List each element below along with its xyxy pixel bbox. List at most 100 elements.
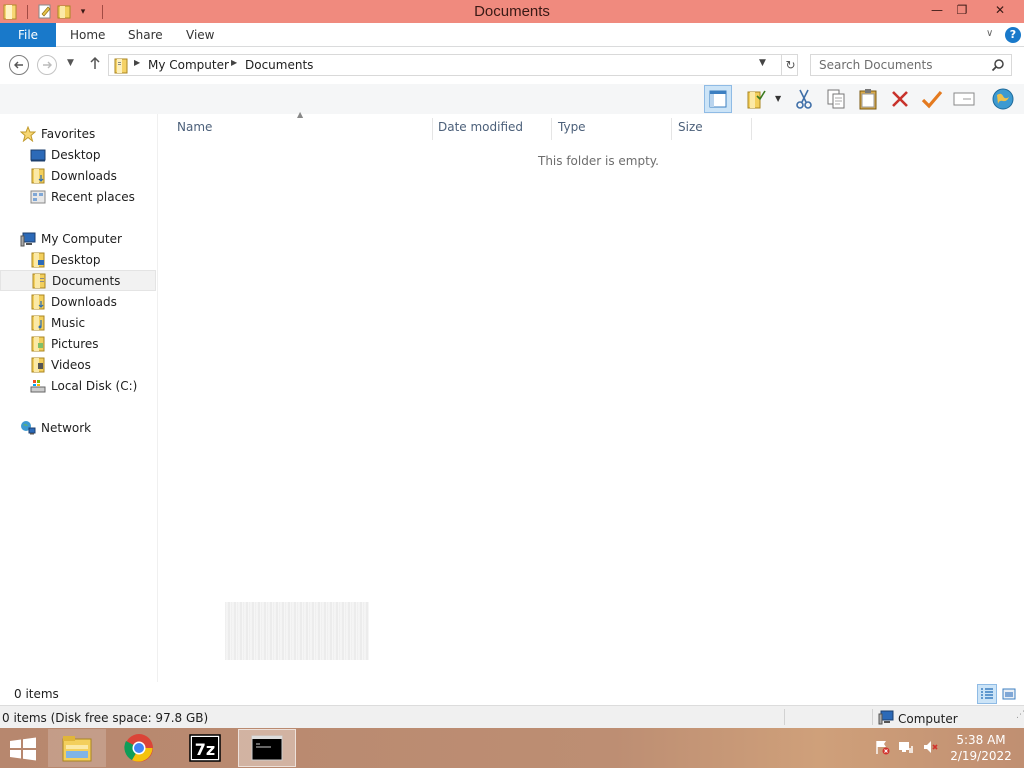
- music-folder-icon: [30, 315, 46, 331]
- cut-button[interactable]: [790, 85, 818, 113]
- empty-folder-message: This folder is empty.: [538, 154, 659, 168]
- tab-share[interactable]: Share: [128, 23, 163, 47]
- status-bar: 0 items: [0, 682, 1024, 705]
- breadcrumb-chevron-icon[interactable]: ▶: [231, 58, 237, 67]
- up-button[interactable]: [88, 55, 102, 74]
- close-button[interactable]: ✕: [986, 0, 1014, 21]
- internet-button[interactable]: [989, 85, 1017, 113]
- computer-icon: [878, 709, 894, 728]
- search-input[interactable]: [811, 55, 981, 75]
- folder-options-dropdown-icon[interactable]: ▼: [775, 94, 781, 103]
- recent-locations-icon[interactable]: ▼: [67, 58, 74, 68]
- nav-favorites[interactable]: Favorites: [0, 123, 156, 144]
- downloads-folder-icon: [30, 168, 46, 184]
- nav-label: Downloads: [51, 294, 117, 309]
- taskbar-7zip[interactable]: 7z: [176, 729, 234, 767]
- copy-button[interactable]: [822, 85, 850, 113]
- nav-label: Downloads: [51, 168, 117, 183]
- desktop-icon: [30, 147, 46, 163]
- title-bar: ▾ Documents — ❐ ✕: [0, 0, 1024, 23]
- resize-grip-icon[interactable]: ⋰: [1016, 710, 1024, 720]
- breadcrumb-chevron-icon[interactable]: ▶: [134, 58, 140, 67]
- select-button[interactable]: [918, 85, 946, 113]
- details-view-icon: [981, 688, 993, 699]
- large-icons-view-button[interactable]: [999, 684, 1019, 704]
- column-header-date-modified[interactable]: Date modified: [432, 118, 552, 140]
- up-arrow-icon: [90, 56, 100, 69]
- forward-button[interactable]: [37, 55, 57, 75]
- nav-music[interactable]: Music: [0, 312, 156, 333]
- star-icon: [20, 125, 36, 142]
- chrome-icon: [124, 734, 153, 762]
- drive-icon: [30, 378, 46, 394]
- nav-label: Pictures: [51, 336, 99, 351]
- clipboard-icon: [859, 89, 877, 110]
- column-header-size[interactable]: Size: [672, 118, 752, 140]
- paste-button[interactable]: [854, 85, 882, 113]
- documents-folder-icon: [113, 58, 129, 77]
- system-clock[interactable]: 5:38 AM 2/19/2022: [948, 732, 1014, 764]
- restore-button[interactable]: ❐: [948, 0, 976, 21]
- taskbar-file-explorer[interactable]: [48, 729, 106, 767]
- search-box: [810, 54, 1012, 76]
- nav-label: Desktop: [51, 252, 101, 267]
- rename-icon: [953, 92, 975, 106]
- folder-options-button[interactable]: [742, 85, 770, 113]
- nav-downloads[interactable]: Downloads: [0, 291, 156, 312]
- tab-home[interactable]: Home: [70, 23, 105, 47]
- nav-label: Local Disk (C:): [51, 378, 138, 393]
- column-header-name[interactable]: Name: [171, 118, 433, 140]
- large-icons-view-icon: [1002, 688, 1016, 700]
- separator: [784, 709, 785, 725]
- forward-arrow-icon: [43, 61, 52, 69]
- file-list[interactable]: ▲ Name Date modified Type Size This fold…: [159, 110, 1024, 682]
- rename-button[interactable]: [950, 85, 978, 113]
- nav-label: Recent places: [51, 189, 135, 204]
- column-header-type[interactable]: Type: [552, 118, 672, 140]
- nav-documents[interactable]: Documents: [0, 270, 156, 291]
- 7zip-icon: 7z: [189, 734, 221, 762]
- command-toolbar: ▼: [0, 84, 1024, 114]
- nav-fav-desktop[interactable]: Desktop: [0, 144, 156, 165]
- back-button[interactable]: [9, 55, 29, 75]
- globe-icon: [992, 88, 1014, 110]
- clock-time: 5:38 AM: [956, 733, 1006, 747]
- tab-file[interactable]: File: [0, 23, 56, 47]
- recent-places-icon: [30, 189, 46, 205]
- preview-pane-icon: [709, 90, 727, 108]
- volume-muted-icon[interactable]: [922, 739, 938, 755]
- details-view-button[interactable]: [977, 684, 997, 704]
- breadcrumb-documents[interactable]: Documents: [245, 58, 313, 72]
- nav-label: Desktop: [51, 147, 101, 162]
- nav-network[interactable]: Network: [0, 417, 156, 438]
- breadcrumb-my-computer[interactable]: My Computer: [148, 58, 229, 72]
- refresh-icon[interactable]: ↻: [781, 55, 799, 75]
- delete-x-icon: [892, 91, 908, 107]
- expand-ribbon-icon[interactable]: ∨: [986, 28, 993, 39]
- scissors-icon: [796, 89, 812, 109]
- taskbar-command-prompt[interactable]: [238, 729, 296, 767]
- start-button[interactable]: [8, 737, 38, 761]
- nav-desktop[interactable]: Desktop: [0, 249, 156, 270]
- nav-videos[interactable]: Videos: [0, 354, 156, 375]
- navigation-pane: Favorites Desktop Downloads Recent place…: [0, 114, 158, 682]
- network-status-icon[interactable]: [898, 739, 914, 755]
- delete-button[interactable]: [886, 85, 914, 113]
- search-icon[interactable]: [991, 58, 1005, 75]
- address-bar[interactable]: ▶ My Computer ▶ Documents ▼ ↻: [108, 54, 798, 76]
- tab-view[interactable]: View: [186, 23, 214, 47]
- copy-icon: [827, 89, 845, 109]
- nav-fav-recent-places[interactable]: Recent places: [0, 186, 156, 207]
- nav-pictures[interactable]: Pictures: [0, 333, 156, 354]
- nav-label: My Computer: [41, 231, 122, 246]
- action-center-flag-icon[interactable]: [874, 739, 890, 755]
- address-dropdown-icon[interactable]: ▼: [759, 58, 766, 68]
- nav-local-disk[interactable]: Local Disk (C:): [0, 375, 156, 396]
- preview-pane-button[interactable]: [704, 85, 732, 113]
- ribbon-tabs: File Home Share View ∨ ?: [0, 23, 1024, 47]
- nav-fav-downloads[interactable]: Downloads: [0, 165, 156, 186]
- taskbar-chrome[interactable]: [110, 729, 168, 767]
- minimize-button[interactable]: —: [923, 0, 951, 21]
- nav-my-computer[interactable]: My Computer: [0, 228, 156, 249]
- help-button[interactable]: ?: [1005, 27, 1021, 43]
